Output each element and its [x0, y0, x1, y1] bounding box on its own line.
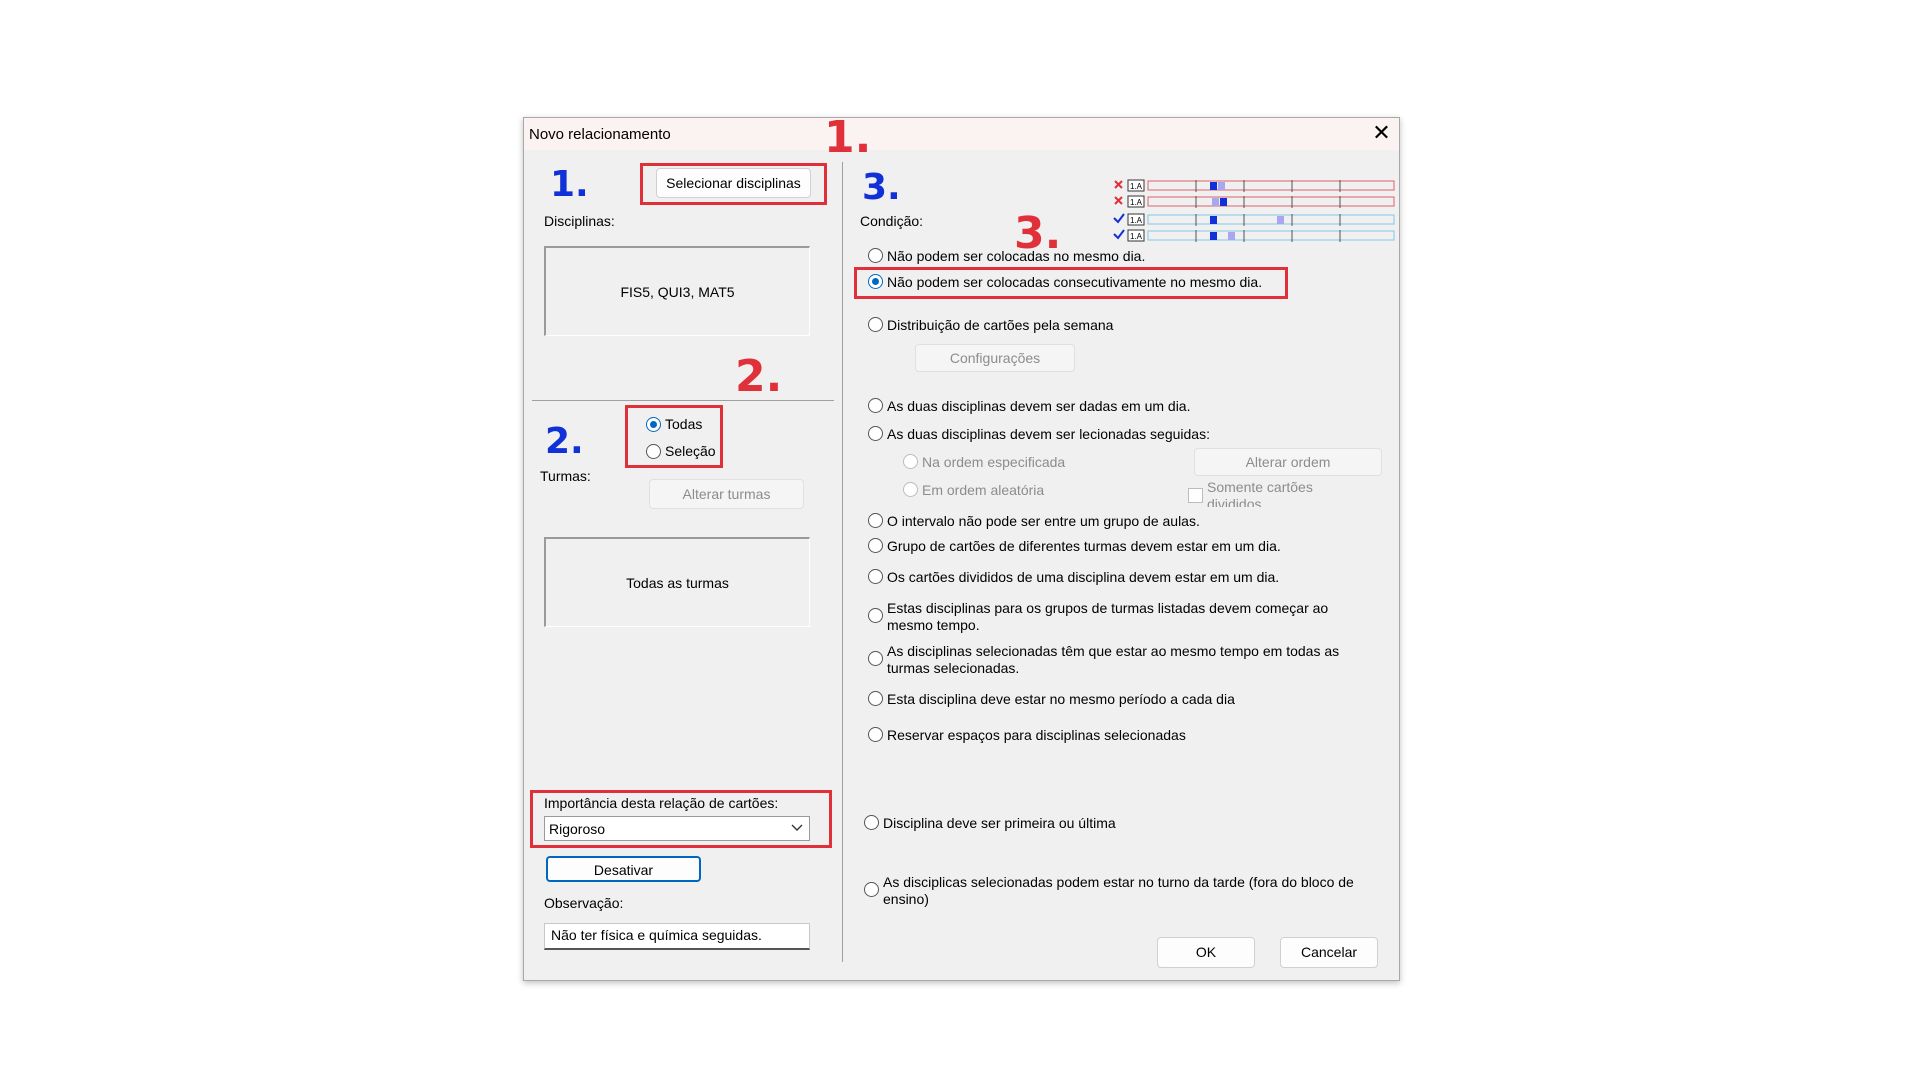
importance-value: Rigoroso — [549, 821, 606, 837]
radio-all-label: Todas — [665, 416, 703, 432]
option-first-or-last: Disciplina deve ser primeira ou última — [883, 815, 1116, 831]
annotation-red-1: 1. — [824, 112, 872, 163]
change-order-button[interactable]: Alterar ordem — [1194, 448, 1382, 476]
subjects-label: Disciplinas: — [544, 213, 615, 229]
option-start-same-time: Estas disciplinas para os grupos de turm… — [887, 600, 1329, 633]
option-reserve-slots: Reservar espaços para disciplinas seleci… — [887, 727, 1186, 743]
subjects-value: FIS5, QUI3, MAT5 — [620, 283, 735, 300]
option-both-consecutive-radio[interactable] — [868, 426, 883, 441]
annotation-red-2: 2. — [735, 351, 783, 402]
option-group-cards: Grupo de cartões de diferentes turmas de… — [887, 538, 1281, 554]
importance-select[interactable]: Rigoroso — [544, 816, 810, 841]
option-both-one-day-radio[interactable] — [868, 398, 883, 413]
option-split-cards: Os cartões divididos de uma disciplina d… — [887, 569, 1280, 585]
condition-preview: 1.A 1.A 1.A 1.A — [1112, 178, 1396, 248]
title-bar: Novo relacionamento ✕ — [524, 118, 1399, 150]
dialog-title: Novo relacionamento — [529, 126, 671, 143]
vertical-separator — [842, 162, 843, 962]
option-both-one-day: As duas disciplinas devem ser dadas em u… — [887, 398, 1191, 414]
select-subjects-button[interactable]: Selecionar disciplinas — [656, 168, 811, 198]
option-start-same-time-radio[interactable] — [868, 608, 883, 623]
preview-badge-text: 1.A — [1130, 182, 1143, 191]
order-random-label: Em ordem aleatória — [922, 482, 1045, 498]
option-not-consecutive-radio[interactable] — [868, 274, 883, 289]
deactivate-button[interactable]: Desativar — [546, 856, 701, 882]
preview-badge-text: 1.A — [1130, 198, 1143, 207]
radio-selection-classes[interactable] — [646, 444, 661, 459]
preview-badge-text: 1.A — [1130, 232, 1143, 241]
option-same-time-all: As disciplinas selecionadas têm que esta… — [887, 643, 1340, 676]
note-field[interactable]: Não ter física e química seguidas. — [544, 923, 810, 950]
left-separator — [532, 400, 834, 401]
note-label: Observação: — [544, 895, 624, 911]
radio-selection-label: Seleção — [665, 443, 716, 459]
order-specified-radio[interactable] — [903, 454, 918, 469]
annotation-blue-1: 1. — [550, 164, 589, 205]
radio-all-classes[interactable] — [646, 417, 661, 432]
classes-label: Turmas: — [540, 468, 591, 484]
option-week-distribution: Distribuição de cartões pela semana — [887, 317, 1114, 333]
close-icon[interactable]: ✕ — [1364, 118, 1399, 150]
only-split-cards-checkbox[interactable] — [1188, 488, 1203, 503]
option-afternoon: As disciplicas selecionadas podem estar … — [883, 874, 1354, 907]
option-group-cards-radio[interactable] — [868, 538, 883, 553]
option-not-consecutive: Não podem ser colocadas consecutivamente… — [887, 274, 1263, 290]
option-interval: O intervalo não pode ser entre um grupo … — [887, 513, 1200, 529]
preview-badge-text: 1.A — [1130, 216, 1143, 225]
option-split-cards-radio[interactable] — [868, 569, 883, 584]
order-specified-label: Na ordem especificada — [922, 454, 1066, 470]
annotation-red-3: 3. — [1014, 208, 1062, 259]
ok-button[interactable]: OK — [1157, 937, 1255, 968]
option-reserve-slots-radio[interactable] — [868, 727, 883, 742]
note-value: Não ter física e química seguidas. — [551, 927, 762, 943]
option-not-same-day-radio[interactable] — [868, 248, 883, 263]
condition-label: Condição: — [860, 213, 924, 229]
option-interval-radio[interactable] — [868, 513, 883, 528]
option-afternoon-radio[interactable] — [864, 882, 879, 897]
annotation-blue-3: 3. — [862, 167, 901, 208]
option-same-time-all-radio[interactable] — [868, 651, 883, 666]
classes-value: Todas as turmas — [626, 574, 729, 591]
new-relationship-dialog: Novo relacionamento ✕ Selecionar discipl… — [523, 112, 1400, 981]
importance-label: Importância desta relação de cartões: — [544, 795, 779, 811]
chevron-down-icon — [791, 819, 803, 838]
classes-list: Todas as turmas — [544, 537, 810, 627]
annotation-blue-2: 2. — [545, 421, 584, 462]
option-week-distribution-radio[interactable] — [868, 317, 883, 332]
option-same-period-radio[interactable] — [868, 691, 883, 706]
only-split-cards-label: Somente cartões divididos. — [1207, 479, 1313, 507]
change-classes-button[interactable]: Alterar turmas — [649, 479, 804, 509]
settings-button[interactable]: Configurações — [915, 344, 1075, 372]
option-first-or-last-radio[interactable] — [864, 815, 879, 830]
check-icon — [1113, 213, 1125, 240]
subjects-list: FIS5, QUI3, MAT5 — [544, 246, 810, 336]
cross-icon — [1114, 180, 1123, 205]
order-random-radio[interactable] — [903, 482, 918, 497]
option-same-period: Esta disciplina deve estar no mesmo perí… — [887, 691, 1235, 707]
cancel-button[interactable]: Cancelar — [1280, 937, 1378, 968]
option-both-consecutive: As duas disciplinas devem ser lecionadas… — [887, 426, 1210, 442]
